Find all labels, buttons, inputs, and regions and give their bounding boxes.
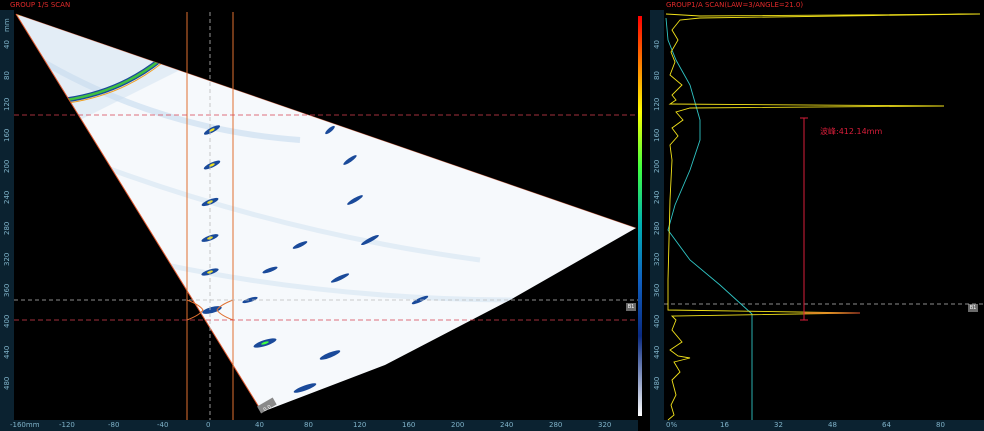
ascan-signal-trace: [665, 13, 981, 421]
scan-graphics: 0.0: [14, 12, 984, 421]
palette-gradient: [638, 16, 642, 416]
ascan-tcg-curve: [665, 17, 753, 420]
